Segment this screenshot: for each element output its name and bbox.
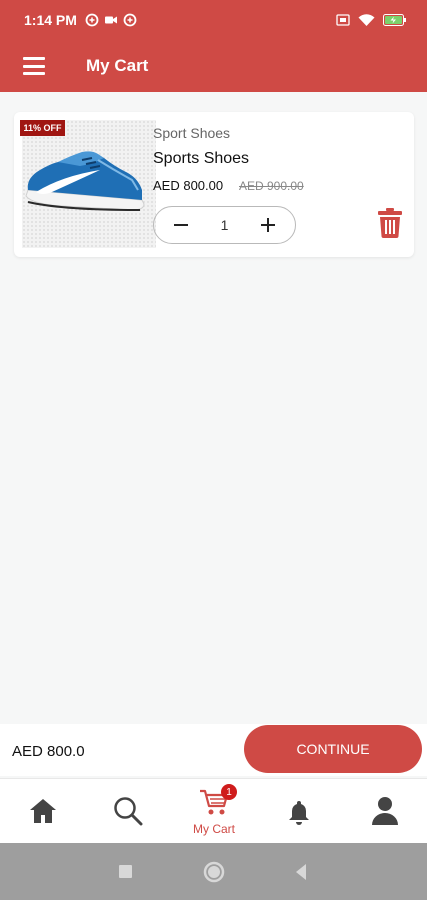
video-icon (104, 16, 117, 24)
product-price: AED 800.00 (153, 178, 224, 193)
battery-charging-icon (383, 14, 406, 26)
home-icon (30, 799, 56, 823)
bell-icon (289, 801, 309, 825)
product-category: Sport Shoes (153, 125, 231, 141)
page-title: My Cart (86, 56, 149, 75)
wifi-icon (358, 13, 375, 26)
home-circle-icon[interactable] (189, 843, 239, 900)
nav-profile[interactable] (350, 779, 420, 844)
sim-icon (336, 14, 350, 26)
cart-count-badge: 1 (221, 784, 237, 800)
nav-cart-label: My Cart (193, 822, 235, 836)
nav-notifications[interactable] (264, 779, 334, 844)
cart-item-card[interactable]: 11% OFF Sport Shoes Sports Shoes AED 800… (14, 112, 414, 257)
blue-sneaker-image (25, 151, 145, 211)
hamburger-menu-icon[interactable] (23, 57, 45, 75)
plus-icon[interactable] (260, 218, 275, 232)
system-nav-bar (0, 843, 427, 900)
nav-cart[interactable]: 1 My Cart (179, 779, 249, 844)
user-icon (372, 797, 398, 825)
minus-icon[interactable] (174, 218, 188, 232)
bottom-nav: 1 My Cart (0, 778, 427, 843)
recents-icon[interactable] (100, 843, 150, 900)
product-old-price: AED 900.00 (239, 179, 304, 193)
nav-home[interactable] (8, 779, 78, 844)
nav-search[interactable] (93, 779, 163, 844)
checkout-bar: AED 800.0 CONTINUE (0, 724, 427, 776)
continue-button[interactable]: CONTINUE (244, 725, 422, 773)
toolbar: My Cart (0, 40, 427, 92)
search-icon (114, 797, 143, 826)
app-bar: 1:14 PM My Cart (0, 0, 427, 92)
status-time: 1:14 PM (24, 12, 77, 28)
quantity-stepper: 1 (153, 206, 296, 244)
product-name[interactable]: Sports Shoes (153, 150, 249, 168)
cart-total: AED 800.0 (12, 743, 85, 760)
data-saver-icon (123, 13, 137, 27)
back-icon[interactable] (276, 843, 326, 900)
discount-badge: 11% OFF (20, 120, 65, 136)
status-bar: 1:14 PM (0, 0, 427, 40)
data-saver-icon (85, 13, 99, 27)
quantity-value: 1 (220, 217, 229, 233)
product-image[interactable] (22, 120, 156, 248)
trash-icon[interactable] (377, 208, 403, 238)
